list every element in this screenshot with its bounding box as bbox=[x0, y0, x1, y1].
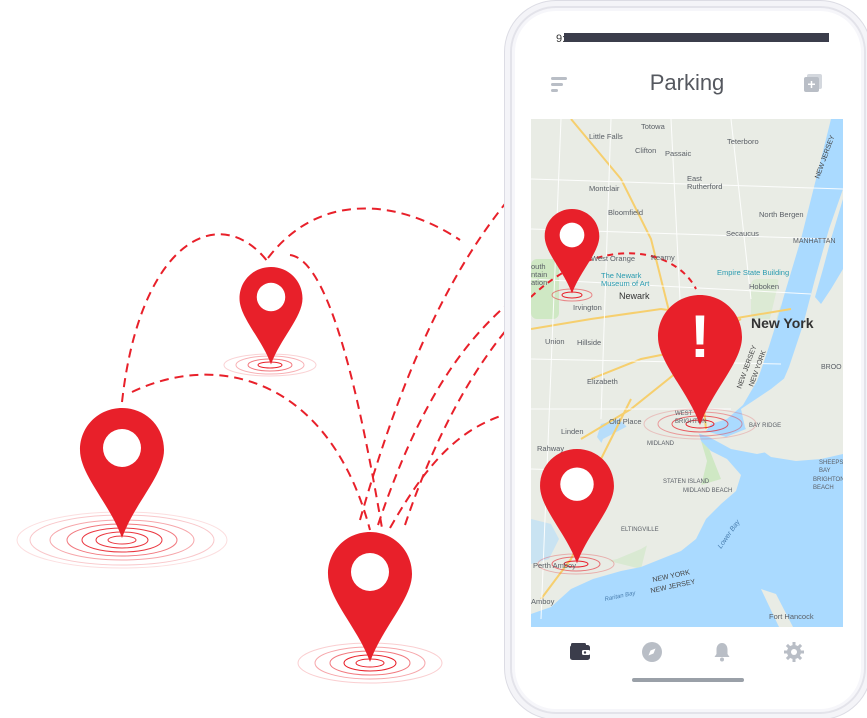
status-bar-overlay bbox=[564, 33, 829, 42]
map-label: West Orange bbox=[591, 254, 635, 263]
map-label: BROO bbox=[821, 364, 842, 371]
map-label: Bloomfield bbox=[608, 208, 643, 217]
home-indicator bbox=[632, 678, 744, 682]
map-label: Elizabeth bbox=[587, 377, 618, 386]
map-label: North Bergen bbox=[759, 210, 804, 219]
map-label: Union bbox=[545, 337, 565, 346]
map-label: Hoboken bbox=[749, 282, 779, 291]
map-label: Teterboro bbox=[727, 137, 759, 146]
map-label: Kearny bbox=[651, 253, 675, 262]
map-label: Rahway bbox=[537, 444, 564, 453]
map-view[interactable]: Little Falls Totowa Teterboro Clifton Pa… bbox=[531, 119, 843, 627]
sort-icon[interactable] bbox=[549, 74, 571, 94]
map-label: Linden bbox=[561, 427, 584, 436]
pin-1 bbox=[80, 408, 164, 538]
map-label: STATEN ISLAND bbox=[663, 479, 710, 485]
map-label: Hillside bbox=[577, 338, 601, 347]
map-label: outh ntain ation bbox=[531, 262, 547, 287]
map-label: Irvington bbox=[573, 303, 602, 312]
map-label: Totowa bbox=[641, 122, 666, 131]
map-label: Montclair bbox=[589, 184, 620, 193]
map-label: MIDLAND BEACH bbox=[683, 488, 732, 494]
map-label: BAY RIDGE bbox=[749, 423, 781, 429]
map-label: Little Falls bbox=[589, 132, 623, 141]
gear-icon[interactable] bbox=[782, 640, 806, 664]
pin-2 bbox=[239, 267, 303, 365]
map-label: Newark bbox=[619, 291, 650, 301]
map-label: MIDLAND bbox=[647, 441, 675, 447]
map-label: Fort Hancock bbox=[769, 612, 814, 621]
page-title: Parking bbox=[649, 70, 725, 95]
wallet-icon[interactable] bbox=[568, 640, 592, 664]
add-note-icon[interactable] bbox=[802, 72, 824, 94]
pin-3 bbox=[328, 532, 412, 662]
map-label: Clifton bbox=[635, 146, 656, 155]
map-label: Empire State Building bbox=[717, 268, 789, 277]
map-label: Perth Amboy bbox=[533, 561, 576, 570]
bell-icon[interactable] bbox=[710, 640, 734, 664]
map-label: Amboy bbox=[531, 597, 555, 606]
map-label: Secaucus bbox=[726, 229, 759, 238]
alert-symbol: ! bbox=[690, 303, 710, 370]
map-label: New York bbox=[751, 315, 814, 331]
map-label: Old Place bbox=[609, 417, 642, 426]
map-label: ELTINGVILLE bbox=[621, 527, 659, 533]
map-canvas: Little Falls Totowa Teterboro Clifton Pa… bbox=[531, 119, 843, 627]
map-label: Passaic bbox=[665, 149, 692, 158]
map-label: MANHATTAN bbox=[793, 238, 836, 245]
compass-icon[interactable] bbox=[640, 640, 664, 664]
